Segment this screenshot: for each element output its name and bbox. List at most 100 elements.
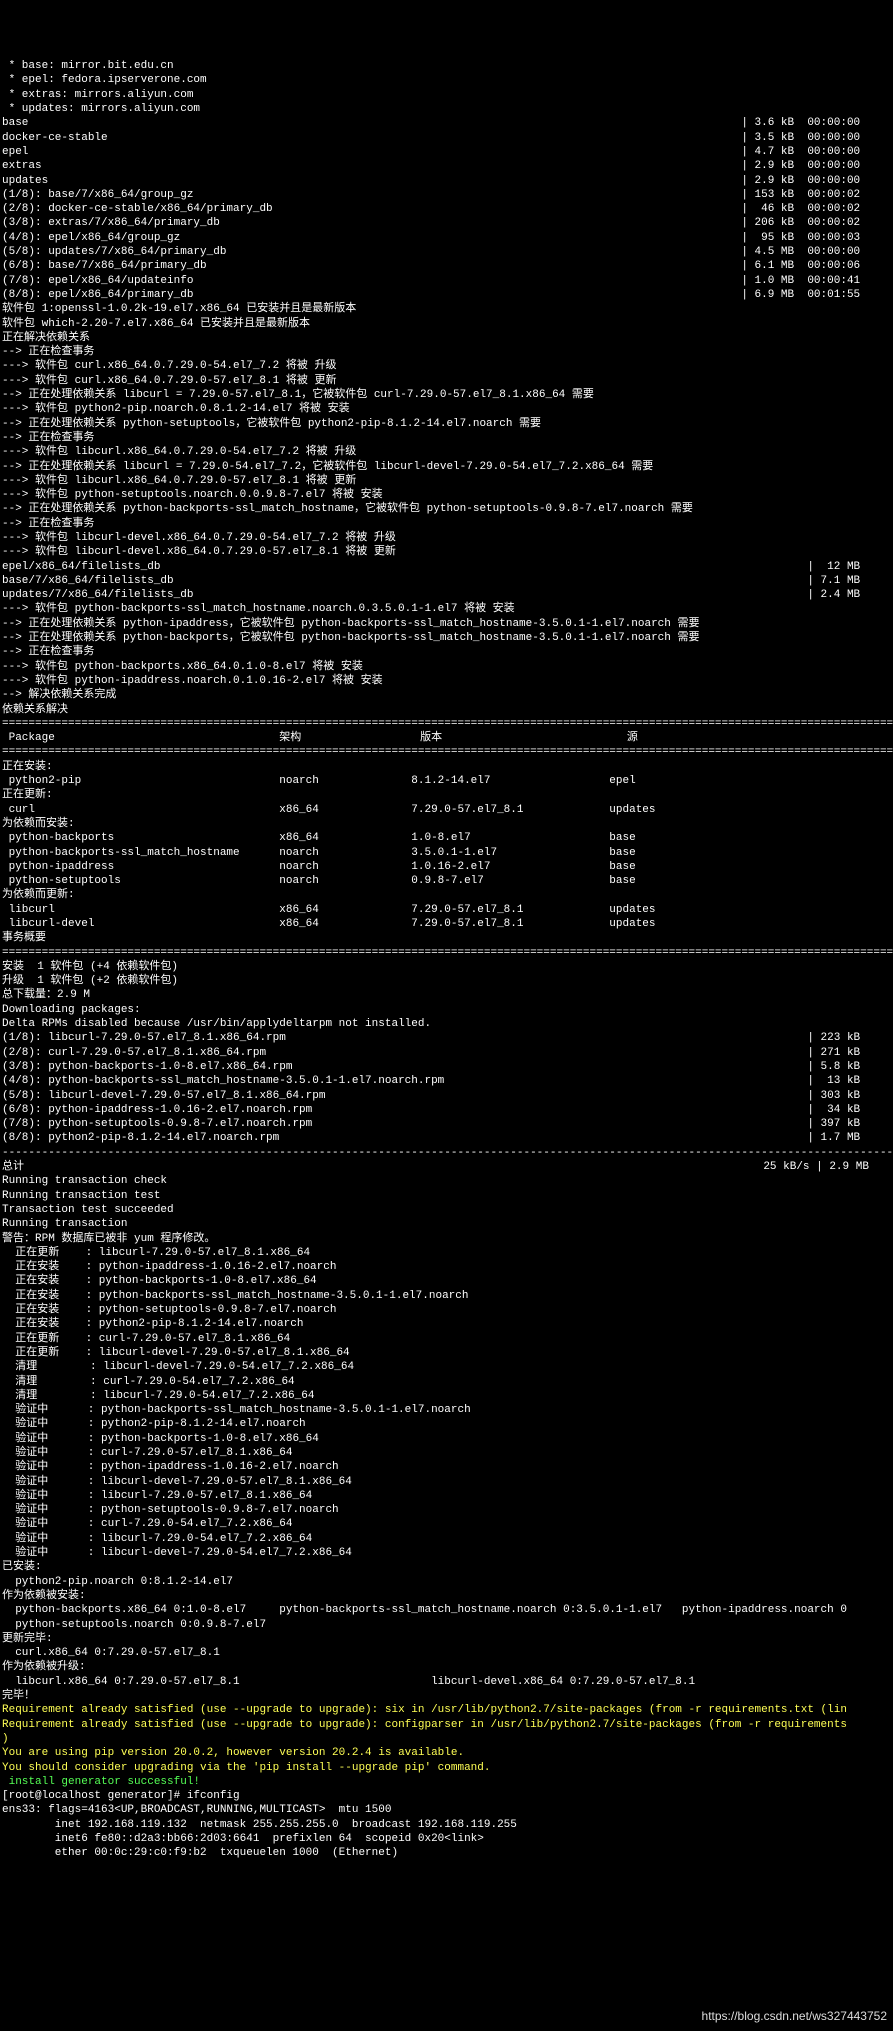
- terminal-line: python-ipaddress noarch 1.0.16-2.el7 bas…: [2, 860, 893, 874]
- terminal-line: 正在安装 : python-ipaddress-1.0.16-2.el7.noa…: [2, 1260, 893, 1274]
- terminal-line: 正在安装 : python-backports-1.0-8.el7.x86_64: [2, 1274, 893, 1288]
- terminal-line: libcurl x86_64 7.29.0-57.el7_8.1 updates: [2, 903, 893, 917]
- terminal-line: 为依赖而安装:: [2, 817, 893, 831]
- terminal-line: python-backports-ssl_match_hostname noar…: [2, 846, 893, 860]
- terminal-line: ens33: flags=4163<UP,BROADCAST,RUNNING,M…: [2, 1803, 893, 1817]
- terminal-line: (7/8): epel/x86_64/updateinfo | 1.0 MB 0…: [2, 274, 893, 288]
- terminal-line: 验证中 : python-backports-1.0-8.el7.x86_64: [2, 1432, 893, 1446]
- terminal-line: curl.x86_64 0:7.29.0-57.el7_8.1: [2, 1646, 893, 1660]
- terminal-line: 正在安装 : python-setuptools-0.9.8-7.el7.noa…: [2, 1303, 893, 1317]
- terminal-line: inet6 fe80::d2a3:bb66:2d03:6641 prefixle…: [2, 1832, 893, 1846]
- terminal-line: ---> 软件包 libcurl.x86_64.0.7.29.0-54.el7_…: [2, 445, 893, 459]
- terminal-line: 正在安装 : python-backports-ssl_match_hostna…: [2, 1289, 893, 1303]
- terminal-line: 验证中 : python-backports-ssl_match_hostnam…: [2, 1403, 893, 1417]
- terminal-line: --> 正在检查事务: [2, 517, 893, 531]
- terminal-line: (8/8): python2-pip-8.1.2-14.el7.noarch.r…: [2, 1131, 893, 1145]
- terminal-line: --> 正在处理依赖关系 libcurl = 7.29.0-54.el7_7.2…: [2, 460, 893, 474]
- terminal-line: (5/8): updates/7/x86_64/primary_db | 4.5…: [2, 245, 893, 259]
- terminal-line: 依赖关系解决: [2, 703, 893, 717]
- terminal-line: 警告：RPM 数据库已被非 yum 程序修改。: [2, 1232, 893, 1246]
- terminal-line: 正在更新:: [2, 788, 893, 802]
- terminal-line: --> 正在处理依赖关系 python-backports-ssl_match_…: [2, 502, 893, 516]
- terminal-line: (6/8): python-ipaddress-1.0.16-2.el7.noa…: [2, 1103, 893, 1117]
- terminal-line: You should consider upgrading via the 'p…: [2, 1761, 893, 1775]
- terminal-line: Running transaction check: [2, 1174, 893, 1188]
- terminal-line: docker-ce-stable | 3.5 kB 00:00:00: [2, 131, 893, 145]
- terminal-line: 正在安装:: [2, 760, 893, 774]
- terminal-line: 正在更新 : curl-7.29.0-57.el7_8.1.x86_64: [2, 1332, 893, 1346]
- terminal-line: 正在安装 : python2-pip-8.1.2-14.el7.noarch: [2, 1317, 893, 1331]
- terminal-line: 安装 1 软件包 (+4 依赖软件包): [2, 960, 893, 974]
- terminal-line: 验证中 : python-ipaddress-1.0.16-2.el7.noar…: [2, 1460, 893, 1474]
- terminal-line: 正在更新 : libcurl-devel-7.29.0-57.el7_8.1.x…: [2, 1346, 893, 1360]
- terminal-line: (3/8): extras/7/x86_64/primary_db | 206 …: [2, 216, 893, 230]
- terminal-line: 验证中 : libcurl-devel-7.29.0-57.el7_8.1.x8…: [2, 1475, 893, 1489]
- terminal-line: ether 00:0c:29:c0:f9:b2 txqueuelen 1000 …: [2, 1846, 893, 1860]
- terminal-line: ========================================…: [2, 717, 893, 731]
- terminal-line: curl x86_64 7.29.0-57.el7_8.1 updates: [2, 803, 893, 817]
- terminal-line: python-setuptools noarch 0.9.8-7.el7 bas…: [2, 874, 893, 888]
- terminal-line: --> 正在处理依赖关系 libcurl = 7.29.0-57.el7_8.1…: [2, 388, 893, 402]
- terminal-line: (4/8): epel/x86_64/group_gz | 95 kB 00:0…: [2, 231, 893, 245]
- terminal-line: 作为依赖被安装:: [2, 1589, 893, 1603]
- terminal-line: --> 正在处理依赖关系 python-setuptools，它被软件包 pyt…: [2, 417, 893, 431]
- terminal-line: extras | 2.9 kB 00:00:00: [2, 159, 893, 173]
- terminal-line: * extras: mirrors.aliyun.com: [2, 88, 893, 102]
- terminal-line: 验证中 : libcurl-7.29.0-57.el7_8.1.x86_64: [2, 1489, 893, 1503]
- terminal-line: updates | 2.9 kB 00:00:00: [2, 174, 893, 188]
- terminal-line: 已安装:: [2, 1560, 893, 1574]
- terminal-line: epel/x86_64/filelists_db | 12 MB: [2, 560, 893, 574]
- terminal-line: ---> 软件包 python-backports-ssl_match_host…: [2, 602, 893, 616]
- terminal-line: ---> 软件包 python-setuptools.noarch.0.0.9.…: [2, 488, 893, 502]
- terminal-line: libcurl-devel x86_64 7.29.0-57.el7_8.1 u…: [2, 917, 893, 931]
- terminal-line: (6/8): base/7/x86_64/primary_db | 6.1 MB…: [2, 259, 893, 273]
- terminal-line: Downloading packages:: [2, 1003, 893, 1017]
- terminal-line: Transaction test succeeded: [2, 1203, 893, 1217]
- terminal-line: ---> 软件包 python-ipaddress.noarch.0.1.0.1…: [2, 674, 893, 688]
- terminal-line: python-backports.x86_64 0:1.0-8.el7 pyth…: [2, 1603, 893, 1617]
- terminal-line: (5/8): libcurl-devel-7.29.0-57.el7_8.1.x…: [2, 1089, 893, 1103]
- terminal-line: --> 正在处理依赖关系 python-ipaddress，它被软件包 pyth…: [2, 617, 893, 631]
- terminal-line: 作为依赖被升级:: [2, 1660, 893, 1674]
- terminal-line: libcurl.x86_64 0:7.29.0-57.el7_8.1 libcu…: [2, 1675, 893, 1689]
- terminal-line: 完毕！: [2, 1689, 893, 1703]
- terminal-line: python2-pip.noarch 0:8.1.2-14.el7: [2, 1575, 893, 1589]
- terminal-line: --> 正在处理依赖关系 python-backports，它被软件包 pyth…: [2, 631, 893, 645]
- terminal-line: --> 正在检查事务: [2, 645, 893, 659]
- terminal-line: ---> 软件包 libcurl-devel.x86_64.0.7.29.0-5…: [2, 531, 893, 545]
- terminal-line: Running transaction test: [2, 1189, 893, 1203]
- terminal-line: (2/8): docker-ce-stable/x86_64/primary_d…: [2, 202, 893, 216]
- terminal-line: --> 解决依赖关系完成: [2, 688, 893, 702]
- terminal-line: You are using pip version 20.0.2, howeve…: [2, 1746, 893, 1760]
- terminal-line: (8/8): epel/x86_64/primary_db | 6.9 MB 0…: [2, 288, 893, 302]
- terminal-line: 清理 : curl-7.29.0-54.el7_7.2.x86_64: [2, 1375, 893, 1389]
- terminal-line: 总计 25 kB/s | 2.9 MB: [2, 1160, 893, 1174]
- terminal-line: * updates: mirrors.aliyun.com: [2, 102, 893, 116]
- terminal-line: 验证中 : python-setuptools-0.9.8-7.el7.noar…: [2, 1503, 893, 1517]
- terminal-line: 验证中 : libcurl-devel-7.29.0-54.el7_7.2.x8…: [2, 1546, 893, 1560]
- terminal-line: ---> 软件包 python-backports.x86_64.0.1.0-8…: [2, 660, 893, 674]
- terminal-line: updates/7/x86_64/filelists_db | 2.4 MB: [2, 588, 893, 602]
- terminal-line: inet 192.168.119.132 netmask 255.255.255…: [2, 1818, 893, 1832]
- terminal-line: install generator successful!: [2, 1775, 893, 1789]
- terminal-line: 验证中 : python2-pip-8.1.2-14.el7.noarch: [2, 1417, 893, 1431]
- terminal-line: 事务概要: [2, 931, 893, 945]
- terminal-line: --> 正在检查事务: [2, 431, 893, 445]
- terminal-output: * base: mirror.bit.edu.cn * epel: fedora…: [2, 59, 893, 1860]
- terminal-line: 更新完毕:: [2, 1632, 893, 1646]
- terminal-line: base | 3.6 kB 00:00:00: [2, 116, 893, 130]
- terminal-line: (2/8): curl-7.29.0-57.el7_8.1.x86_64.rpm…: [2, 1046, 893, 1060]
- terminal-line: (4/8): python-backports-ssl_match_hostna…: [2, 1074, 893, 1088]
- terminal-line: 软件包 which-2.20-7.el7.x86_64 已安装并且是最新版本: [2, 317, 893, 331]
- terminal-line: (7/8): python-setuptools-0.9.8-7.el7.noa…: [2, 1117, 893, 1131]
- terminal-line: Requirement already satisfied (use --upg…: [2, 1703, 893, 1717]
- terminal-line: 清理 : libcurl-devel-7.29.0-54.el7_7.2.x86…: [2, 1360, 893, 1374]
- terminal-line: --> 正在检查事务: [2, 345, 893, 359]
- terminal-line: ---> 软件包 libcurl-devel.x86_64.0.7.29.0-5…: [2, 545, 893, 559]
- terminal-line: 为依赖而更新:: [2, 888, 893, 902]
- terminal-line: 软件包 1:openssl-1.0.2k-19.el7.x86_64 已安装并且…: [2, 302, 893, 316]
- terminal-line: 正在解决依赖关系: [2, 331, 893, 345]
- terminal-line: 总下载量：2.9 M: [2, 988, 893, 1002]
- terminal-line: 清理 : libcurl-7.29.0-54.el7_7.2.x86_64: [2, 1389, 893, 1403]
- terminal-line: ---> 软件包 curl.x86_64.0.7.29.0-54.el7_7.2…: [2, 359, 893, 373]
